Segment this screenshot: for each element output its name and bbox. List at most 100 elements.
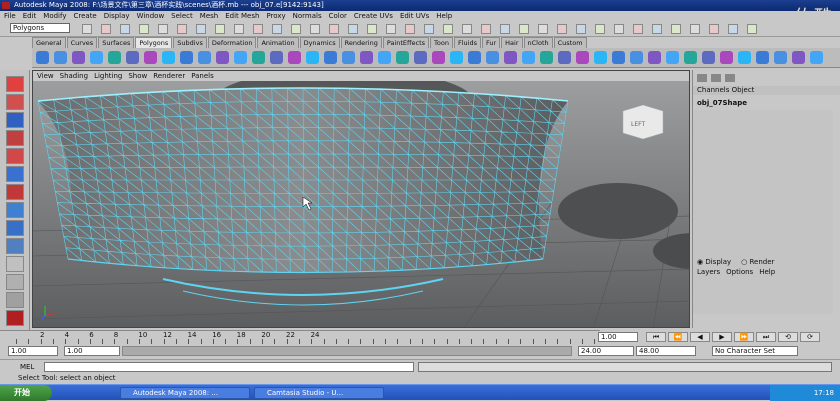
- tab-fluids[interactable]: Fluids: [453, 37, 481, 48]
- mode-selector[interactable]: Polygons: [10, 23, 70, 33]
- shelf-icon[interactable]: [324, 51, 337, 64]
- range-slider[interactable]: [122, 346, 572, 356]
- viewport-menu-show[interactable]: Show: [128, 71, 147, 81]
- shelf-icon[interactable]: [684, 51, 697, 64]
- shelf-icon[interactable]: [774, 51, 787, 64]
- menu-mesh[interactable]: Mesh: [200, 11, 218, 21]
- tab-dynamics[interactable]: Dynamics: [299, 37, 340, 48]
- tab-painteffects[interactable]: PaintEffects: [382, 37, 430, 48]
- playback-button-icon[interactable]: ◀: [690, 332, 710, 342]
- range-end-field[interactable]: 48.00: [636, 346, 696, 356]
- menu-help[interactable]: Help: [436, 11, 452, 21]
- menu-edit[interactable]: Edit: [23, 11, 37, 21]
- shelf-icon[interactable]: [630, 51, 643, 64]
- shelf-icon[interactable]: [270, 51, 283, 64]
- status-icon[interactable]: [120, 24, 130, 34]
- shelf-icon[interactable]: [720, 51, 733, 64]
- playback-button-icon[interactable]: ⟲: [778, 332, 798, 342]
- status-icon[interactable]: [576, 24, 586, 34]
- layer-menu-options[interactable]: Options: [726, 268, 753, 276]
- menu-edit-mesh[interactable]: Edit Mesh: [225, 11, 259, 21]
- viewport-menu-view[interactable]: View: [37, 71, 54, 81]
- task-camtasia[interactable]: Camtasia Studio - U...: [254, 387, 384, 399]
- tool-icon[interactable]: [6, 76, 24, 92]
- current-frame-field[interactable]: 1.00: [598, 332, 638, 342]
- status-icon[interactable]: [253, 24, 263, 34]
- tool-icon[interactable]: [6, 256, 24, 272]
- shelf-icon[interactable]: [90, 51, 103, 64]
- shelf-icon[interactable]: [288, 51, 301, 64]
- viewport-scene[interactable]: LEFT: [33, 81, 690, 328]
- tab-hair[interactable]: Hair: [501, 37, 523, 48]
- status-icon[interactable]: [462, 24, 472, 34]
- tab-rendering[interactable]: Rendering: [340, 37, 382, 48]
- shelf-icon[interactable]: [72, 51, 85, 64]
- status-icon[interactable]: [538, 24, 548, 34]
- status-icon[interactable]: [386, 24, 396, 34]
- menu-color[interactable]: Color: [329, 11, 347, 21]
- status-icon[interactable]: [215, 24, 225, 34]
- status-icon[interactable]: [633, 24, 643, 34]
- shelf-icon[interactable]: [612, 51, 625, 64]
- shelf-icon[interactable]: [396, 51, 409, 64]
- shelf-icon[interactable]: [738, 51, 751, 64]
- tab-toon[interactable]: Toon: [430, 37, 453, 48]
- layer-radio-group[interactable]: ◉ Display ○ Render: [697, 258, 774, 267]
- shelf-icon[interactable]: [414, 51, 427, 64]
- shelf-icon[interactable]: [36, 51, 49, 64]
- playback-button-icon[interactable]: ▶: [712, 332, 732, 342]
- menu-display[interactable]: Display: [104, 11, 130, 21]
- tab-deformation[interactable]: Deformation: [207, 37, 257, 48]
- status-icon[interactable]: [747, 24, 757, 34]
- render-radio[interactable]: ○ Render: [741, 258, 774, 267]
- shelf-icon[interactable]: [540, 51, 553, 64]
- tool-icon[interactable]: [6, 148, 24, 164]
- shelf-icon[interactable]: [162, 51, 175, 64]
- menu-select[interactable]: Select: [171, 11, 193, 21]
- shelf-icon[interactable]: [108, 51, 121, 64]
- status-icon[interactable]: [367, 24, 377, 34]
- status-icon[interactable]: [234, 24, 244, 34]
- shelf-icon[interactable]: [648, 51, 661, 64]
- status-icon[interactable]: [690, 24, 700, 34]
- viewport-menu-lighting[interactable]: Lighting: [94, 71, 122, 81]
- tab-ncloth[interactable]: nCloth: [523, 37, 553, 48]
- shelf-icon[interactable]: [450, 51, 463, 64]
- channel-box-tabs[interactable]: Channels Object: [693, 86, 840, 95]
- status-icon[interactable]: [272, 24, 282, 34]
- shelf-icon[interactable]: [234, 51, 247, 64]
- shelf-icon[interactable]: [486, 51, 499, 64]
- shelf-icon[interactable]: [378, 51, 391, 64]
- status-icon[interactable]: [557, 24, 567, 34]
- status-icon[interactable]: [329, 24, 339, 34]
- status-icon[interactable]: [82, 24, 92, 34]
- status-icon[interactable]: [671, 24, 681, 34]
- menu-create-uvs[interactable]: Create UVs: [354, 11, 393, 21]
- tool-icon[interactable]: [6, 274, 24, 290]
- viewport-menu-shading[interactable]: Shading: [60, 71, 88, 81]
- shelf-icon[interactable]: [252, 51, 265, 64]
- status-icon[interactable]: [424, 24, 434, 34]
- shelf-icon[interactable]: [756, 51, 769, 64]
- range-start-field[interactable]: 1.00: [8, 346, 58, 356]
- shelf-icon[interactable]: [342, 51, 355, 64]
- status-icon[interactable]: [139, 24, 149, 34]
- tab-general[interactable]: General: [32, 37, 66, 48]
- shelf-icon[interactable]: [792, 51, 805, 64]
- status-icon[interactable]: [158, 24, 168, 34]
- status-icon[interactable]: [595, 24, 605, 34]
- menu-edit-uvs[interactable]: Edit UVs: [400, 11, 429, 21]
- tool-icon[interactable]: [6, 310, 24, 326]
- task-maya[interactable]: Autodesk Maya 2008: ...: [120, 387, 250, 399]
- shelf-icon[interactable]: [702, 51, 715, 64]
- perspective-viewport[interactable]: View Shading Lighting Show Renderer Panels: [32, 70, 690, 328]
- tab-animation[interactable]: Animation: [257, 37, 299, 48]
- status-icon[interactable]: [709, 24, 719, 34]
- shelf-icon[interactable]: [180, 51, 193, 64]
- shelf-icon[interactable]: [504, 51, 517, 64]
- tool-icon[interactable]: [6, 238, 24, 254]
- shelf-icon[interactable]: [522, 51, 535, 64]
- shelf-icon[interactable]: [144, 51, 157, 64]
- status-icon[interactable]: [348, 24, 358, 34]
- channel-box-object-name[interactable]: obj_07Shape: [697, 99, 747, 107]
